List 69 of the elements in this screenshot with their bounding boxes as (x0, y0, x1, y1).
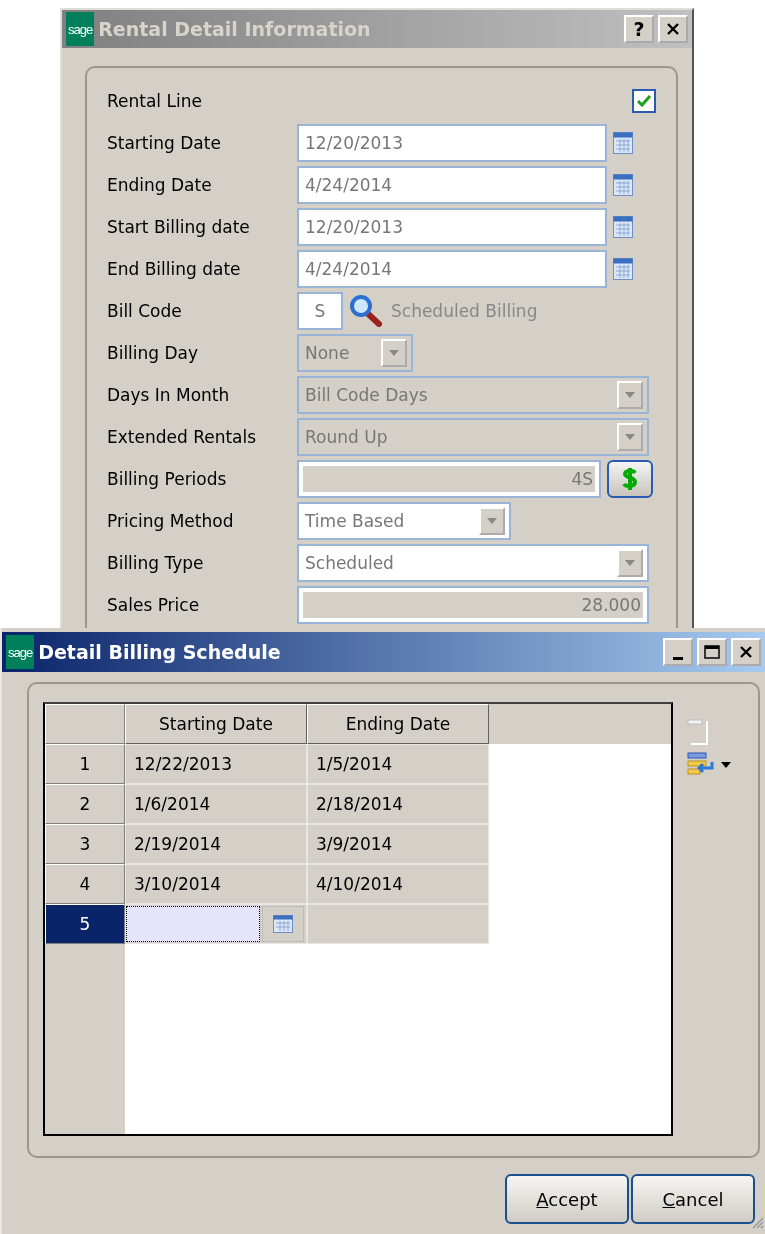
row-header[interactable]: 3 (45, 824, 125, 864)
maximize-button[interactable] (697, 638, 727, 666)
close-icon (666, 22, 680, 36)
close-button[interactable] (658, 15, 688, 43)
minimize-button[interactable] (663, 638, 693, 666)
dialog-button[interactable]: Cancel (631, 1174, 755, 1224)
date-field[interactable]: 4/24/2014 (297, 250, 607, 288)
dialog-button[interactable]: Accept (505, 1174, 629, 1224)
dollar-icon (620, 466, 640, 492)
check-icon (636, 93, 652, 109)
field-label: Bill Code (107, 301, 183, 321)
resize-grip-icon[interactable] (751, 1216, 765, 1230)
field-label: Ending Date (107, 175, 213, 195)
pricing-button[interactable] (607, 460, 653, 498)
field-label: Sales Price (107, 595, 201, 615)
column-header[interactable]: Starting Date (125, 704, 307, 744)
date-field[interactable]: 4/24/2014 (297, 166, 607, 204)
field-label: Billing Day (107, 343, 200, 363)
table-cell: 4/10/2014 (307, 864, 489, 904)
table-cell: 12/22/2013 (125, 744, 307, 784)
calendar-button[interactable] (262, 906, 304, 942)
number-field: 4S (297, 460, 601, 498)
logo: sage (6, 635, 35, 669)
calendar-icon[interactable] (613, 216, 633, 238)
window-title: Detail Billing Schedule (38, 641, 282, 663)
code-field[interactable]: S (297, 292, 343, 330)
close-icon (739, 645, 753, 659)
row-header[interactable]: 5 (45, 904, 125, 944)
field-label: Starting Date (107, 133, 222, 153)
list-refresh-icon[interactable] (687, 752, 715, 778)
checkbox[interactable] (632, 89, 656, 113)
search-icon[interactable] (349, 295, 385, 327)
calendar-icon (273, 915, 293, 933)
dropdown-field[interactable]: Time Based (297, 502, 511, 540)
table-cell: 2/18/2014 (307, 784, 489, 824)
date-input[interactable] (126, 906, 260, 942)
field-label: Billing Periods (107, 469, 228, 489)
field-label: Extended Rentals (107, 427, 258, 447)
field-label: Start Billing date (107, 217, 251, 237)
table-cell: 3/10/2014 (125, 864, 307, 904)
date-field[interactable]: 12/20/2013 (297, 124, 607, 162)
help-button[interactable]: ? (624, 15, 654, 43)
maximize-icon (704, 645, 720, 659)
calendar-icon[interactable] (613, 174, 633, 196)
caret-icon[interactable] (721, 762, 731, 768)
calendar-icon[interactable] (613, 132, 633, 154)
table-cell: 1/6/2014 (125, 784, 307, 824)
dropdown-field[interactable]: Scheduled (297, 544, 649, 582)
date-field[interactable]: 12/20/2013 (297, 208, 607, 246)
table-cell: 2/19/2014 (125, 824, 307, 864)
row-header[interactable]: 4 (45, 864, 125, 904)
row-header[interactable]: 2 (45, 784, 125, 824)
price-field: 28.000 (297, 586, 649, 624)
calendar-icon[interactable] (613, 258, 633, 280)
code-description: Scheduled Billing (391, 301, 538, 321)
field-label: Rental Line (107, 91, 203, 111)
editing-cell[interactable] (125, 904, 307, 944)
column-header[interactable]: Ending Date (307, 704, 489, 744)
field-label: Pricing Method (107, 511, 235, 531)
table-cell: 3/9/2014 (307, 824, 489, 864)
logo: sage (66, 12, 95, 46)
field-label: Days In Month (107, 385, 231, 405)
table-cell: 1/5/2014 (307, 744, 489, 784)
row-header[interactable]: 1 (45, 744, 125, 784)
field-label: End Billing date (107, 259, 242, 279)
field-label: Billing Type (107, 553, 205, 573)
minimize-icon (673, 656, 683, 660)
close-button[interactable] (731, 638, 761, 666)
window-title: Rental Detail Information (98, 18, 372, 40)
